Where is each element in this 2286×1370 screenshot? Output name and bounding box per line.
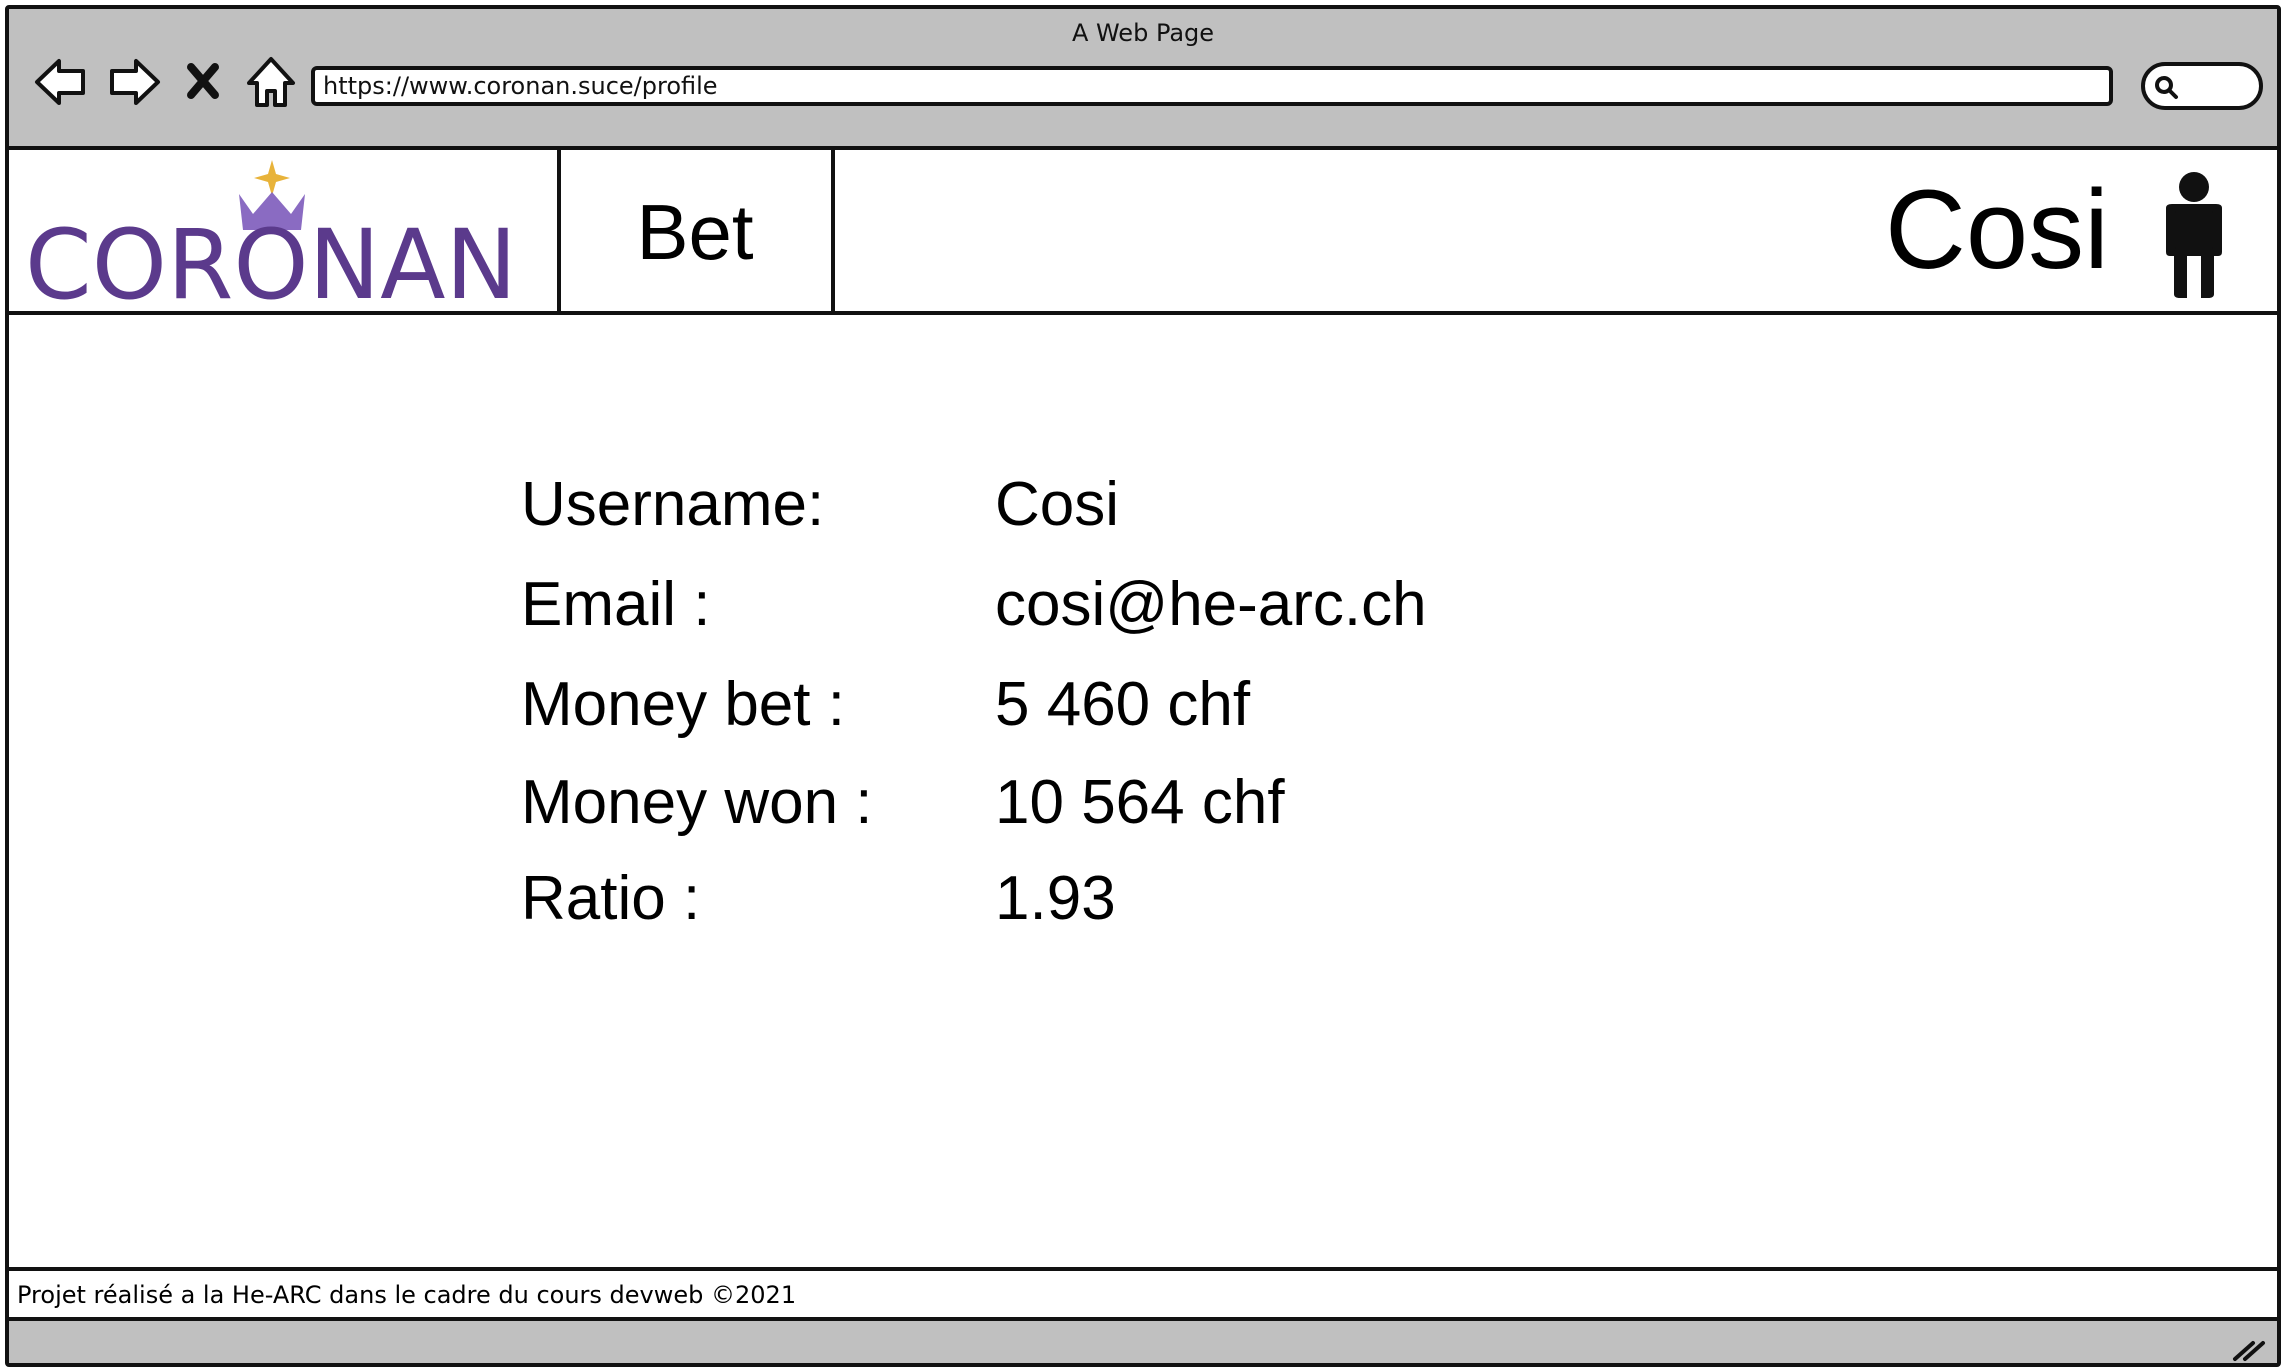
money-won-label: Money won :: [521, 768, 873, 837]
resize-grip-icon[interactable]: [2227, 1333, 2267, 1363]
search-field[interactable]: [2141, 62, 2263, 110]
coronan-logo[interactable]: CORONAN: [17, 158, 527, 321]
browser-window: A Web Page https://www.coronan.suce/prof…: [5, 5, 2281, 1367]
ratio-label: Ratio :: [521, 864, 701, 933]
money-won-value: 10 564 chf: [995, 768, 1285, 837]
nav-bet-link[interactable]: Bet: [559, 150, 831, 315]
email-value: cosi@he-arc.ch: [995, 570, 1427, 639]
status-bar: [9, 1321, 2277, 1363]
site-header: CORONAN Bet Cosi: [9, 150, 2277, 321]
profile-row-ratio: Ratio : 1.93: [521, 865, 1621, 933]
username-value: Cosi: [995, 470, 1120, 539]
footer-text: Projet réalisé a la He-ARC dans le cadre…: [17, 1281, 797, 1309]
forward-arrow-icon[interactable]: [104, 49, 164, 115]
browser-toolbar: A Web Page https://www.coronan.suce/prof…: [9, 9, 2277, 150]
profile-details: Username: Cosi Email : cosi@he-arc.ch Mo…: [521, 471, 1621, 933]
header-username[interactable]: Cosi: [1789, 170, 2109, 290]
address-bar[interactable]: https://www.coronan.suce/profile: [311, 66, 2113, 106]
person-icon[interactable]: [2152, 170, 2236, 300]
username-label: Username:: [521, 470, 825, 539]
search-icon: [2155, 76, 2178, 99]
header-divider: [831, 150, 835, 315]
profile-row-username: Username: Cosi: [521, 471, 1621, 539]
profile-row-email: Email : cosi@he-arc.ch: [521, 571, 1621, 639]
ratio-value: 1.93: [995, 864, 1116, 933]
money-bet-value: 5 460 chf: [995, 670, 1251, 739]
svg-text:CORONAN: CORONAN: [25, 209, 517, 308]
profile-row-money-bet: Money bet : 5 460 chf: [521, 671, 1621, 739]
money-bet-label: Money bet :: [521, 670, 845, 739]
close-icon[interactable]: [181, 49, 225, 115]
back-arrow-icon[interactable]: [31, 49, 91, 115]
profile-row-money-won: Money won : 10 564 chf: [521, 769, 1621, 837]
site-footer: Projet réalisé a la He-ARC dans le cadre…: [9, 1267, 2277, 1321]
email-label: Email :: [521, 570, 711, 639]
window-title: A Web Page: [1071, 19, 1215, 47]
home-icon[interactable]: [241, 49, 301, 115]
